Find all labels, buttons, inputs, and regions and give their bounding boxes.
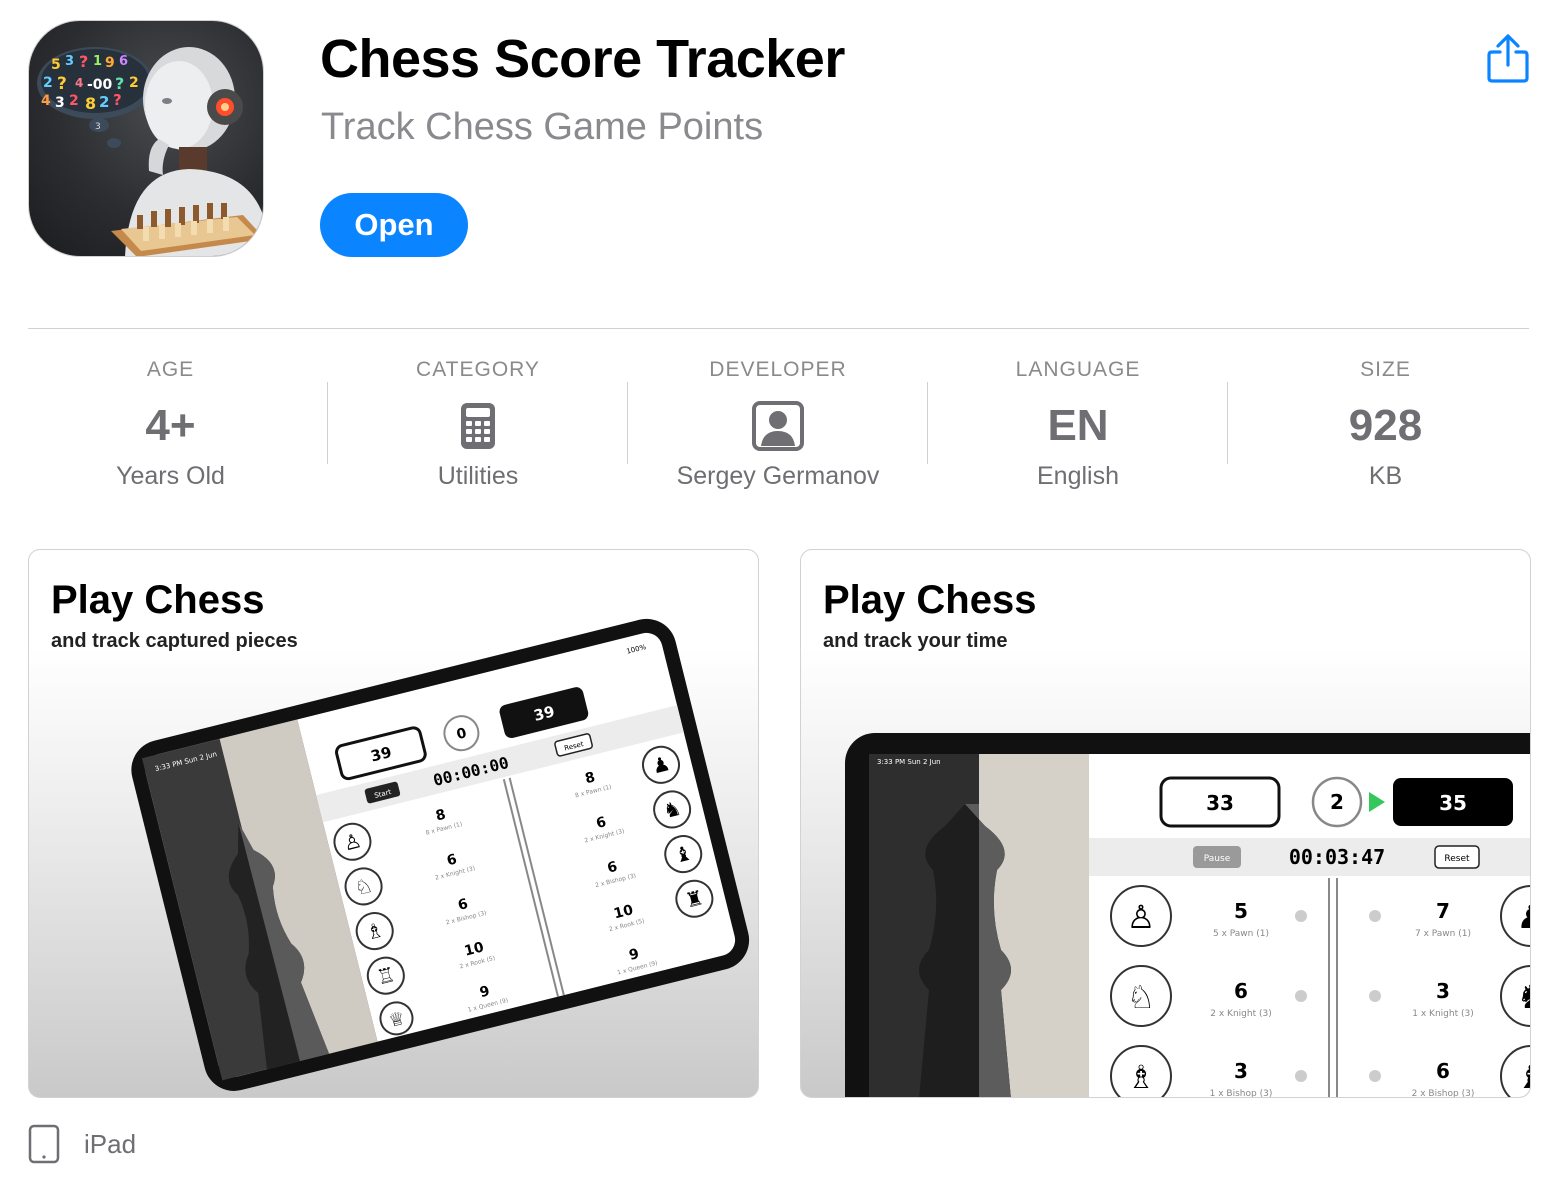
screenshot-2[interactable]: 3:33 PM Sun 2 Jun 33 2 35 Pause 00:03:47… bbox=[800, 549, 1531, 1098]
screenshot-subtitle: and track your time bbox=[823, 630, 1008, 652]
app-icon: 5 3 ? 1 9 6 2 ? 4 -00 ? 2 4 3 2 8 2 ? 3 bbox=[28, 20, 264, 257]
svg-text:♙: ♙ bbox=[1127, 898, 1156, 936]
calculator-icon bbox=[460, 400, 496, 452]
score-right: 35 bbox=[1439, 791, 1467, 815]
app-subtitle: Track Chess Game Points bbox=[321, 106, 764, 148]
info-developer-sub: Sergey Germanov bbox=[676, 462, 880, 490]
info-size: SIZE 928 KB bbox=[1228, 350, 1543, 500]
svg-text:2: 2 bbox=[69, 93, 79, 109]
info-language-value: EN bbox=[1047, 401, 1109, 450]
info-language-sub: English bbox=[1037, 462, 1119, 490]
svg-text:♟: ♟ bbox=[1517, 898, 1531, 936]
info-language[interactable]: LANGUAGE EN English bbox=[928, 350, 1228, 500]
left-row-caption: 5 x Pawn (1) bbox=[1213, 929, 1269, 939]
info-age: AGE 4+ Years Old bbox=[28, 350, 313, 500]
robot-chess-illustration: 5 3 ? 1 9 6 2 ? 4 -00 ? 2 4 3 2 8 2 ? 3 bbox=[37, 47, 263, 256]
svg-text:♞: ♞ bbox=[1517, 978, 1531, 1016]
svg-text:1 x Knight (3): 1 x Knight (3) bbox=[1412, 1009, 1473, 1019]
svg-text:7: 7 bbox=[1436, 899, 1450, 923]
info-size-sub: KB bbox=[1368, 462, 1403, 490]
reset-button: Reset bbox=[1444, 854, 1470, 864]
device-label: iPad bbox=[84, 1128, 137, 1159]
info-developer-label: DEVELOPER bbox=[709, 358, 847, 381]
info-category-label: CATEGORY bbox=[416, 358, 540, 381]
svg-text:8: 8 bbox=[85, 94, 96, 113]
status-bar-text: 3:33 PM Sun 2 Jun bbox=[877, 758, 941, 766]
open-button[interactable]: Open bbox=[320, 193, 468, 257]
info-size-value: 928 bbox=[1348, 401, 1423, 450]
svg-text:6: 6 bbox=[1234, 979, 1248, 1003]
svg-text:2: 2 bbox=[99, 93, 109, 111]
score-mid: 2 bbox=[1330, 790, 1344, 814]
share-icon bbox=[1487, 34, 1529, 83]
info-category-sub: Utilities bbox=[437, 462, 519, 490]
pause-button: Pause bbox=[1204, 854, 1231, 864]
info-row: AGE 4+ Years Old CATEGORY Utilities DEVE… bbox=[28, 350, 1529, 500]
svg-text:1 x Bishop (3): 1 x Bishop (3) bbox=[1210, 1089, 1273, 1098]
screenshot-title: Play Chess bbox=[823, 578, 1037, 622]
info-developer[interactable]: DEVELOPER Sergey Germanov bbox=[628, 350, 928, 500]
svg-text:♝: ♝ bbox=[1517, 1058, 1531, 1096]
person-icon bbox=[752, 400, 804, 452]
share-button[interactable] bbox=[1486, 34, 1530, 84]
device-compatibility: iPad bbox=[28, 1122, 228, 1166]
svg-text:3: 3 bbox=[1234, 1059, 1248, 1083]
svg-text:4: 4 bbox=[75, 76, 83, 90]
score-left: 33 bbox=[1206, 791, 1234, 815]
svg-text:3: 3 bbox=[65, 54, 74, 69]
svg-text:9: 9 bbox=[105, 55, 115, 71]
info-age-sub: Years Old bbox=[116, 462, 225, 490]
info-language-label: LANGUAGE bbox=[1015, 358, 1141, 381]
svg-text:2: 2 bbox=[43, 75, 53, 91]
screenshot-1[interactable]: 3:33 PM Sun 2 Jun 100% 39 0 39 Start 00:… bbox=[28, 549, 759, 1098]
svg-text:7 x Pawn (1): 7 x Pawn (1) bbox=[1415, 929, 1471, 939]
svg-text:4: 4 bbox=[41, 93, 51, 109]
svg-text:-00: -00 bbox=[87, 77, 113, 93]
app-title: Chess Score Tracker bbox=[320, 29, 845, 89]
screenshot-subtitle: and track captured pieces bbox=[51, 630, 298, 652]
svg-text:5: 5 bbox=[51, 57, 61, 73]
svg-text:1: 1 bbox=[93, 54, 102, 69]
header-divider bbox=[28, 328, 1529, 329]
info-category[interactable]: CATEGORY Utilities bbox=[328, 350, 628, 500]
svg-text:?: ? bbox=[57, 74, 67, 94]
svg-text:6: 6 bbox=[1436, 1059, 1450, 1083]
svg-text:3: 3 bbox=[1436, 979, 1450, 1003]
ipad-icon bbox=[28, 1124, 60, 1164]
svg-text:3: 3 bbox=[95, 122, 101, 132]
info-size-label: SIZE bbox=[1360, 358, 1411, 381]
screenshot-title: Play Chess bbox=[51, 578, 265, 622]
svg-text:2 x Knight (3): 2 x Knight (3) bbox=[1210, 1009, 1271, 1019]
svg-text:♗: ♗ bbox=[1127, 1058, 1156, 1096]
left-row-value: 5 bbox=[1234, 899, 1248, 923]
svg-text:?: ? bbox=[113, 91, 122, 109]
svg-text:2 x Bishop (3): 2 x Bishop (3) bbox=[1412, 1089, 1475, 1098]
info-age-value: 4+ bbox=[145, 401, 196, 450]
svg-text:6: 6 bbox=[119, 54, 128, 69]
info-age-label: AGE bbox=[146, 358, 195, 381]
svg-text:3: 3 bbox=[55, 95, 65, 111]
timer: 00:03:47 bbox=[1289, 845, 1385, 869]
svg-text:♘: ♘ bbox=[1127, 978, 1156, 1016]
svg-text:?: ? bbox=[79, 52, 88, 71]
svg-text:2: 2 bbox=[129, 75, 139, 91]
